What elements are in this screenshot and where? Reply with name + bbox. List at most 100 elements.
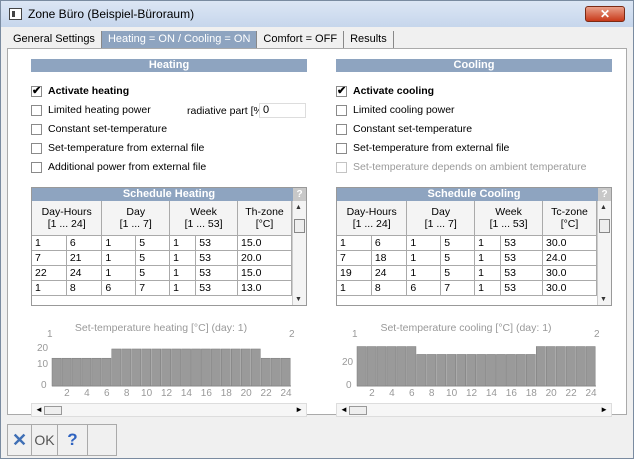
cooling-chart-scrollbar[interactable]: ◄ ► [336, 403, 612, 417]
table-row[interactable]: 7 18 1 5 1 53 24.0 [337, 250, 597, 266]
table-row[interactable]: 19 24 1 5 1 53 30.0 [337, 265, 597, 281]
cancel-button[interactable]: ✕ [8, 425, 32, 455]
cooling-bar-hour-19 [536, 346, 546, 387]
heating-schedule-table: Schedule Heating ? Day-Hours [1 ... 24] D… [31, 187, 307, 306]
scroll-down-icon[interactable]: ▼ [295, 296, 302, 303]
heating-bar-hour-16 [201, 348, 211, 387]
column-header: Week [1 ... 53] [474, 201, 543, 236]
scroll-thumb[interactable] [349, 406, 367, 415]
heating-bars: 2 4 6 8 10 12 14 16 18 20 22 24 [51, 348, 292, 399]
cooling-bar-hour-24 [585, 346, 596, 387]
heating-bar-hour-21 [250, 348, 261, 387]
limited-cooling-option[interactable]: Limited cooling power [336, 103, 455, 117]
radiative-part-input[interactable]: 0 [259, 103, 306, 118]
cooling-bar-hour-5 [396, 346, 407, 387]
table-row[interactable]: 1 8 6 7 1 53 30.0 [337, 280, 597, 296]
cooling-bar-hour-4 [386, 346, 397, 387]
scroll-right-icon[interactable]: ► [600, 405, 608, 414]
scroll-thumb[interactable] [599, 219, 610, 233]
heating-from-file-checkbox[interactable] [31, 142, 42, 154]
activate-cooling-checkbox[interactable] [336, 84, 347, 97]
heating-bar-hour-17 [211, 348, 221, 387]
activate-cooling-option[interactable]: Activate cooling [336, 84, 434, 98]
cooling-header: Cooling [336, 59, 612, 72]
cooling-x-tick-label: 4 [389, 388, 395, 399]
cooling-bar-hour-8 [426, 354, 437, 387]
cooling-x-tick-label: 22 [566, 388, 578, 399]
constant-cooling-option[interactable]: Constant set-temperature [336, 122, 472, 136]
additional-power-checkbox[interactable] [31, 161, 42, 173]
cooling-bar-hour-1 [356, 346, 367, 387]
table-row[interactable]: 1 8 6 7 1 53 13.0 [32, 280, 292, 296]
ok-button[interactable]: OK [32, 425, 58, 455]
cooling-bars: 2 4 6 8 10 12 14 16 18 20 22 24 [356, 346, 597, 399]
table-row[interactable]: 1 6 1 5 1 53 15.0 [32, 235, 292, 251]
cooling-schedule-table: Schedule Cooling ? Day-Hours [1 ... 24] D… [336, 187, 612, 306]
cooling-x-tick-label: 8 [429, 388, 435, 399]
constant-cooling-checkbox[interactable] [336, 123, 347, 135]
cooling-schedule-help-icon[interactable]: ? [598, 188, 611, 201]
tab-general-settings[interactable]: General Settings [7, 31, 102, 48]
constant-heating-label: Constant set-temperature [48, 123, 168, 135]
heating-bar-hour-8 [121, 348, 132, 387]
constant-heating-option[interactable]: Constant set-temperature [31, 122, 167, 136]
cooling-x-tick-label: 14 [486, 388, 498, 399]
heating-from-file-option[interactable]: Set-temperature from external file [31, 141, 204, 155]
scroll-right-icon[interactable]: ► [295, 405, 303, 414]
cooling-x-tick-label: 18 [526, 388, 538, 399]
heating-bar-hour-18 [221, 348, 231, 387]
heating-x-tick-label: 20 [241, 388, 253, 399]
scroll-up-icon[interactable]: ▲ [295, 204, 302, 211]
help-button[interactable]: ? [58, 425, 88, 455]
cooling-bar-hour-7 [416, 354, 427, 387]
limited-cooling-checkbox[interactable] [336, 104, 347, 116]
column-header: Day [1 ... 7] [406, 201, 476, 236]
scroll-up-icon[interactable]: ▲ [600, 204, 607, 211]
heating-chart-scrollbar[interactable]: ◄ ► [31, 403, 307, 417]
cooling-bar-hour-12 [466, 354, 476, 387]
scroll-left-icon[interactable]: ◄ [340, 405, 348, 414]
app-icon [9, 8, 22, 20]
tab-heating-cooling[interactable]: Heating = ON / Cooling = ON [101, 31, 258, 48]
table-row[interactable]: 7 21 1 5 1 53 20.0 [32, 250, 292, 266]
column-header: Week [1 ... 53] [169, 201, 238, 236]
cooling-bar-hour-16 [506, 354, 516, 387]
cooling-bar-hour-9 [436, 354, 447, 387]
table-row[interactable]: 22 24 1 5 1 53 15.0 [32, 265, 292, 281]
column-header: Day-Hours [1 ... 24] [337, 201, 408, 236]
heating-bar-hour-3 [71, 357, 82, 387]
activate-heating-option[interactable]: Activate heating [31, 84, 129, 98]
scroll-left-icon[interactable]: ◄ [35, 405, 43, 414]
cooling-from-file-option[interactable]: Set-temperature from external file [336, 141, 509, 155]
heating-bar-hour-19 [231, 348, 241, 387]
constant-heating-checkbox[interactable] [31, 123, 42, 135]
cooling-from-file-label: Set-temperature from external file [353, 142, 510, 154]
scroll-thumb[interactable] [44, 406, 62, 415]
cooling-bar-hour-21 [555, 346, 566, 387]
ambient-dependent-label: Set-temperature depends on ambient tempe… [353, 161, 587, 173]
cooling-x-tick-label: 2 [369, 388, 375, 399]
cooling-schedule-scrollbar[interactable]: ▲ ▼ [597, 201, 611, 305]
tab-results[interactable]: Results [344, 31, 394, 48]
cooling-bar-hour-17 [516, 354, 526, 387]
ambient-dependent-checkbox [336, 161, 347, 173]
close-button[interactable]: ✕ [585, 6, 625, 22]
scroll-down-icon[interactable]: ▼ [600, 296, 607, 303]
column-header: Th-zone [°C] [237, 201, 292, 236]
heating-schedule-scrollbar[interactable]: ▲ ▼ [292, 201, 306, 305]
heating-x-tick-label: 16 [201, 388, 213, 399]
cooling-x-tick-label: 16 [506, 388, 518, 399]
heating-schedule-help-icon[interactable]: ? [293, 188, 306, 201]
cooling-from-file-checkbox[interactable] [336, 142, 347, 154]
scroll-thumb[interactable] [294, 219, 305, 233]
constant-cooling-label: Constant set-temperature [353, 123, 473, 135]
button-bar: ✕ OK ? [7, 424, 117, 456]
additional-power-label: Additional power from external file [48, 161, 207, 173]
additional-power-option[interactable]: Additional power from external file [31, 160, 206, 174]
cooling-bar-hour-6 [406, 346, 417, 387]
tab-comfort[interactable]: Comfort = OFF [257, 31, 345, 48]
activate-heating-checkbox[interactable] [31, 84, 42, 97]
cooling-bar-hour-15 [496, 354, 506, 387]
table-row[interactable]: 1 6 1 5 1 53 30.0 [337, 235, 597, 251]
heating-x-tick-label: 14 [181, 388, 193, 399]
